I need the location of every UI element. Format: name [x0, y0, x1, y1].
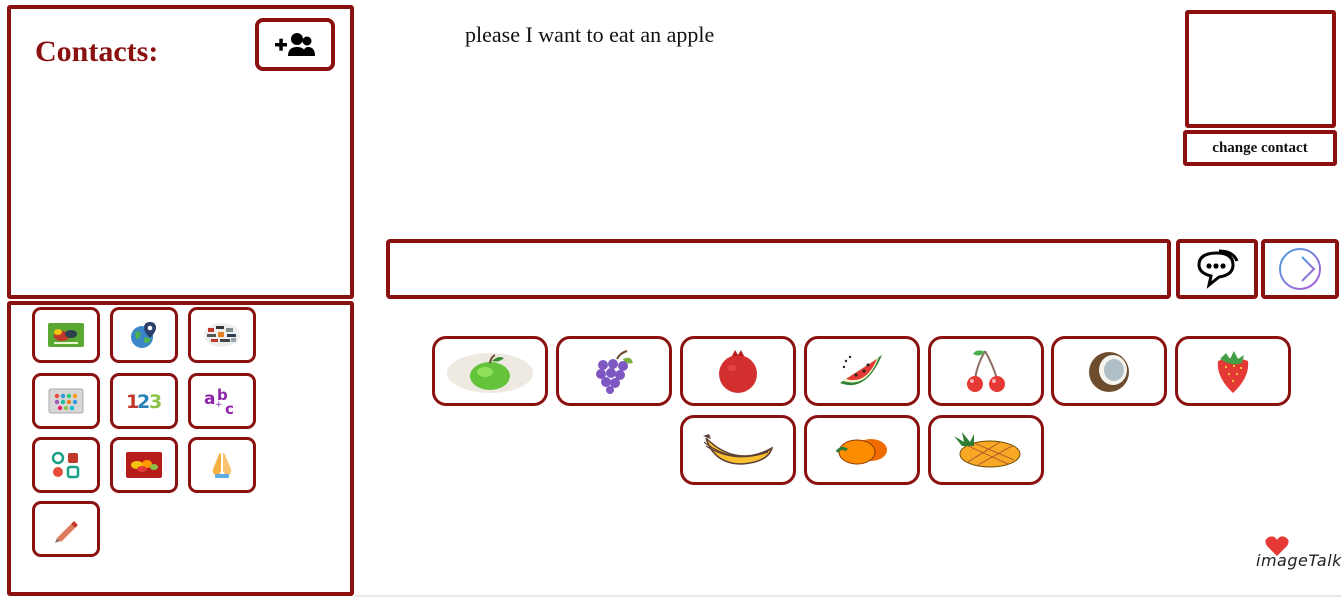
add-users-icon: [275, 32, 315, 56]
fruit-basket-icon: [126, 452, 162, 478]
numbers-category-button[interactable]: 1 2 3: [110, 373, 178, 429]
letters-icon: a b + c: [204, 386, 234, 416]
watermelon-icon: [840, 355, 882, 386]
fruits-category-button[interactable]: [110, 437, 178, 493]
arrow-right-circle-icon: [1279, 248, 1321, 290]
svg-text:+: +: [215, 400, 223, 410]
pencil-icon: [55, 521, 78, 543]
contacts-panel: Contacts:: [7, 5, 354, 299]
tablet-apps-icon: [48, 388, 84, 414]
svg-text:3: 3: [149, 391, 162, 413]
pineapple-icon: [954, 432, 1021, 468]
pomegranate-icon: [719, 350, 757, 393]
contact-photo: [1185, 10, 1336, 128]
cherry-icon: [967, 350, 1005, 392]
fruit-grapes-button[interactable]: [556, 336, 672, 406]
fruit-coconut-button[interactable]: [1051, 336, 1167, 406]
categories-panel: 1 2 3 a b + c: [7, 301, 354, 596]
orange-icon: [835, 439, 887, 465]
places-category-button[interactable]: [110, 307, 178, 363]
send-button[interactable]: [1261, 239, 1339, 299]
letters-category-button[interactable]: a b + c: [188, 373, 256, 429]
strawberry-icon: [1217, 351, 1249, 393]
fruit-watermelon-button[interactable]: [804, 336, 920, 406]
sentence-text: please I want to eat an apple: [465, 22, 715, 47]
grapes-icon: [596, 350, 633, 394]
fruit-banana-button[interactable]: [680, 415, 796, 485]
svg-text:a: a: [204, 389, 215, 409]
activities-category-button[interactable]: [32, 437, 100, 493]
activities-icon: [51, 451, 80, 479]
change-contact-button[interactable]: change contact: [1183, 130, 1337, 166]
people-category-button[interactable]: [188, 307, 256, 363]
praying-hands-icon: [212, 453, 232, 478]
numbers-icon: 1 2 3: [126, 391, 162, 413]
apple-icon: [447, 353, 533, 393]
speak-button[interactable]: [1176, 239, 1258, 299]
add-contact-button[interactable]: [255, 18, 335, 71]
food-category-button[interactable]: [32, 307, 100, 363]
svg-text:c: c: [225, 400, 234, 416]
fruit-cherry-button[interactable]: [928, 336, 1044, 406]
fruit-strawberry-button[interactable]: [1175, 336, 1291, 406]
fruit-pomegranate-button[interactable]: [680, 336, 796, 406]
contacts-title: Contacts:: [35, 35, 159, 68]
globe-pin-icon: [131, 322, 156, 348]
prayer-category-button[interactable]: [188, 437, 256, 493]
fruit-orange-button[interactable]: [804, 415, 920, 485]
coconut-icon: [1089, 352, 1129, 392]
imagetalk-logo: imageTalk: [1252, 534, 1341, 578]
logo-text: imageTalk: [1256, 551, 1341, 570]
food-icon: [48, 323, 84, 347]
message-input[interactable]: [386, 239, 1171, 299]
fruit-pineapple-button[interactable]: [928, 415, 1044, 485]
draw-category-button[interactable]: [32, 501, 100, 557]
banana-icon: [703, 434, 774, 465]
people-collage-icon: [204, 323, 240, 347]
tablet-category-button[interactable]: [32, 373, 100, 429]
fruit-apple-button[interactable]: [432, 336, 548, 406]
speech-bubble-icon: [1197, 249, 1239, 289]
